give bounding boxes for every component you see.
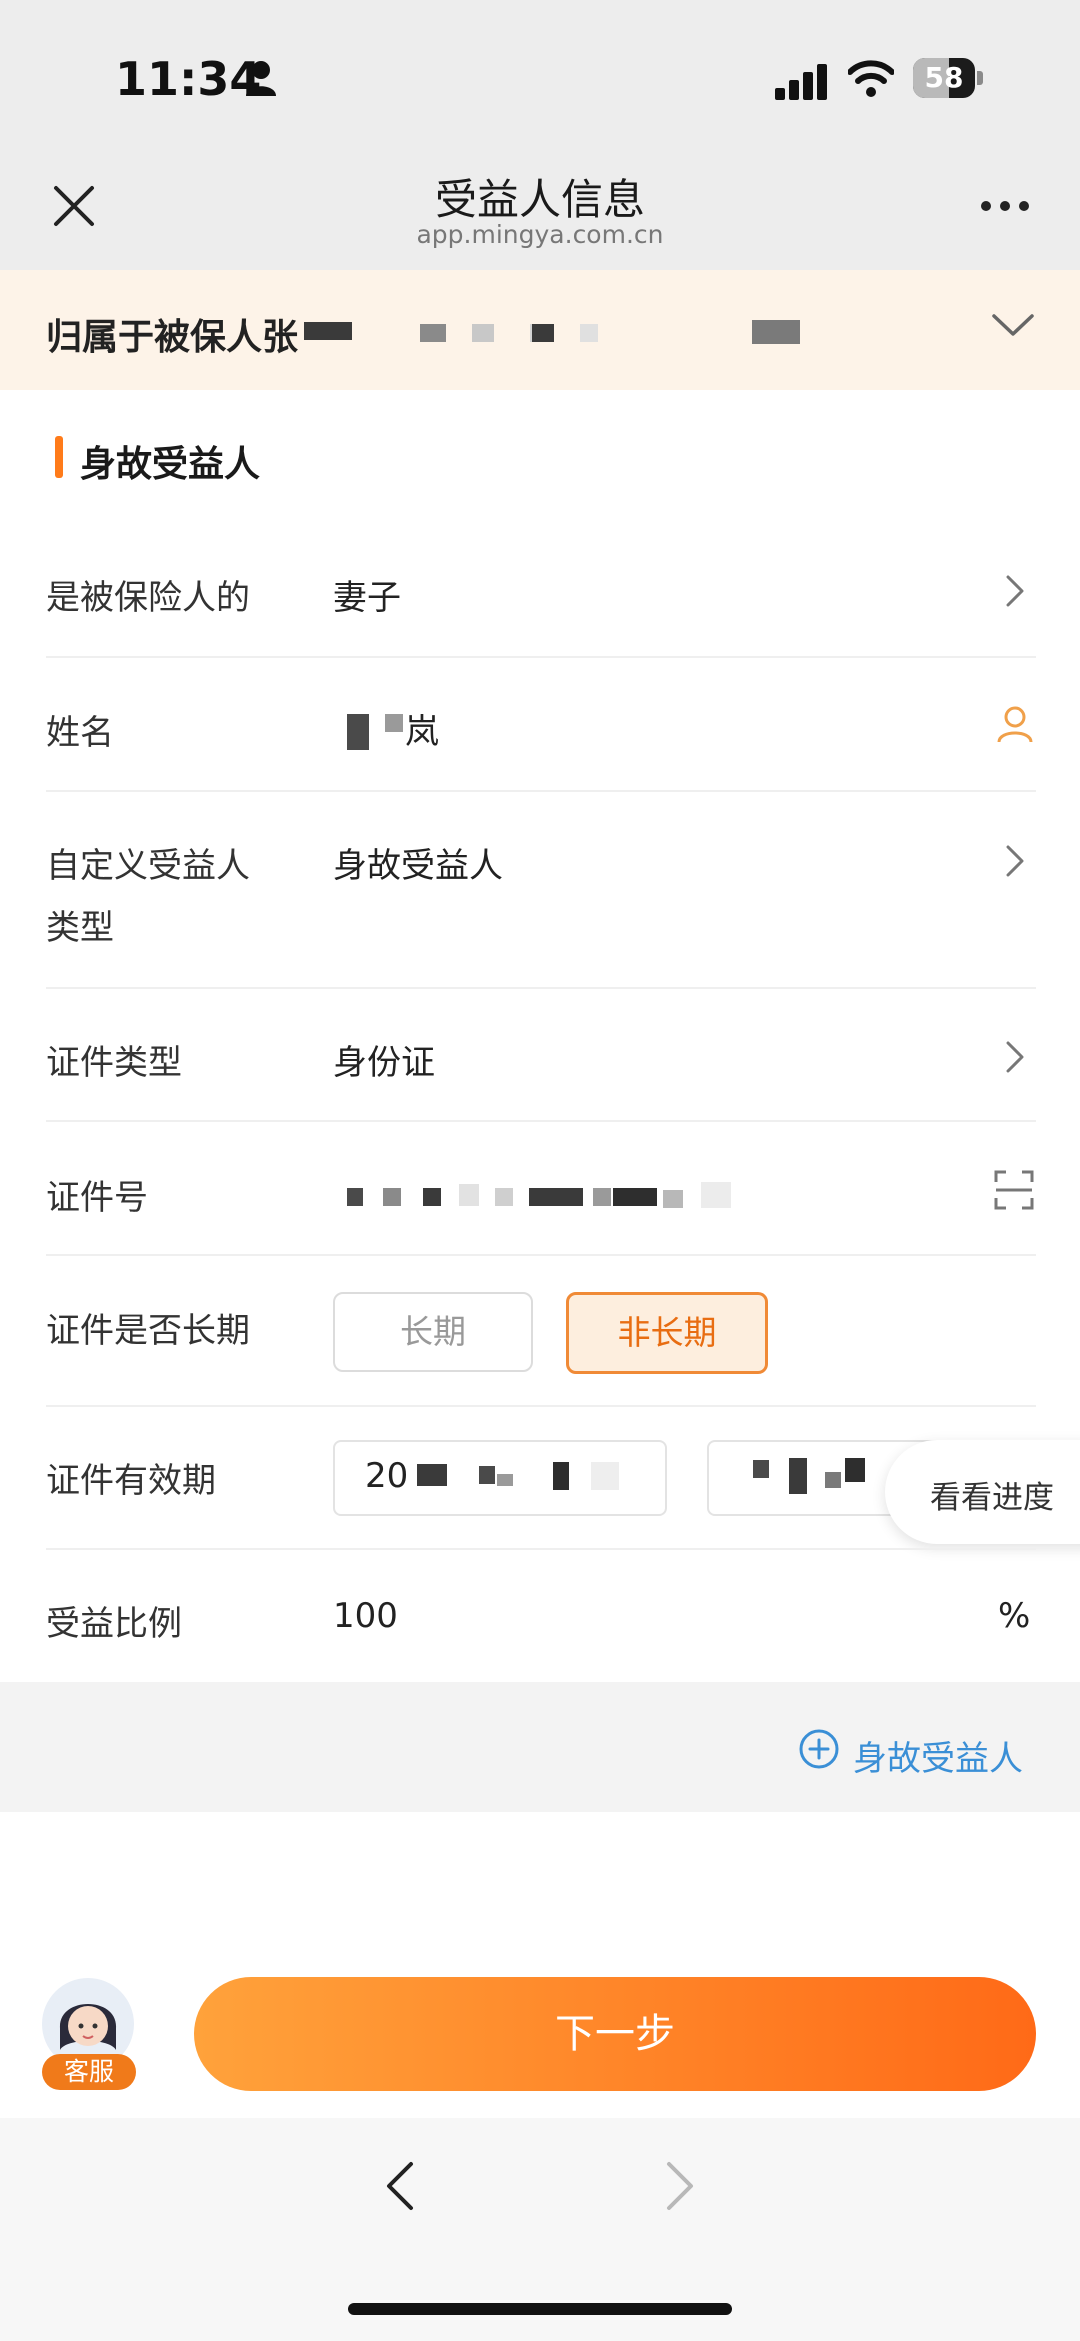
cellular-signal-icon	[775, 64, 827, 100]
section-title: 身故受益人	[80, 444, 261, 485]
divider	[46, 1405, 1036, 1407]
not-long-term-option[interactable]: 非长期	[566, 1292, 768, 1374]
relation-value: 妻子	[333, 578, 401, 618]
name-value: 岚	[405, 712, 439, 752]
divider	[46, 790, 1036, 792]
id-number-input[interactable]	[333, 1170, 933, 1220]
redacted-owner-name	[300, 318, 850, 348]
custom-type-value: 身故受益人	[333, 846, 503, 886]
ratio-value[interactable]: 100	[333, 1596, 398, 1636]
ratio-unit: %	[998, 1596, 1031, 1636]
more-icon[interactable]	[980, 196, 1030, 216]
scan-icon[interactable]	[994, 1170, 1034, 1210]
relation-label: 是被保险人的	[46, 578, 250, 618]
back-icon[interactable]	[385, 2160, 415, 2212]
add-beneficiary-button[interactable]: 身故受益人	[853, 1731, 1023, 1780]
id-type-label: 证件类型	[46, 1043, 182, 1083]
chevron-right-icon[interactable]	[1003, 1038, 1027, 1076]
custom-type-row[interactable]	[320, 810, 1080, 980]
section-accent-bar	[55, 436, 63, 478]
divider	[46, 656, 1036, 658]
divider	[46, 987, 1036, 989]
custom-type-label-line1: 自定义受益人	[46, 846, 250, 886]
person-icon	[246, 61, 276, 96]
chevron-down-icon[interactable]	[990, 310, 1036, 340]
divider	[46, 1548, 1036, 1550]
id-type-value: 身份证	[333, 1043, 435, 1083]
long-term-label: 证件是否长期	[46, 1311, 250, 1351]
validity-start-text: 20	[365, 1456, 409, 1496]
battery-level-text: 58	[924, 61, 964, 94]
name-input[interactable]: 岚	[333, 700, 933, 760]
wifi-icon	[848, 60, 894, 97]
home-indicator	[348, 2303, 732, 2315]
long-term-option[interactable]: 长期	[333, 1292, 533, 1372]
contact-person-icon[interactable]	[995, 704, 1035, 744]
custom-type-label-line2: 类型	[46, 908, 114, 948]
add-circle-icon[interactable]	[798, 1728, 840, 1770]
ratio-label: 受益比例	[46, 1604, 182, 1644]
chevron-right-icon[interactable]	[1003, 842, 1027, 880]
customer-service-badge[interactable]: 客服	[42, 2054, 136, 2090]
progress-bubble-text[interactable]: 看看进度	[930, 1472, 1054, 1517]
name-label: 姓名	[46, 713, 114, 753]
divider	[46, 1254, 1036, 1256]
battery-indicator: 58	[913, 58, 985, 98]
id-number-label: 证件号	[46, 1178, 148, 1218]
validity-start-date[interactable]: 20	[333, 1440, 667, 1516]
insured-owner-text: 归属于被保人张	[46, 317, 299, 358]
divider	[46, 1120, 1036, 1122]
page-url: app.mingya.com.cn	[416, 220, 664, 249]
forward-icon[interactable]	[665, 2160, 695, 2212]
chevron-right-icon[interactable]	[1003, 572, 1027, 610]
page-title: 受益人信息	[434, 175, 645, 224]
status-time: 11:34	[115, 52, 262, 106]
validity-label: 证件有效期	[46, 1461, 216, 1501]
next-step-button[interactable]: 下一步	[194, 1977, 1036, 2091]
